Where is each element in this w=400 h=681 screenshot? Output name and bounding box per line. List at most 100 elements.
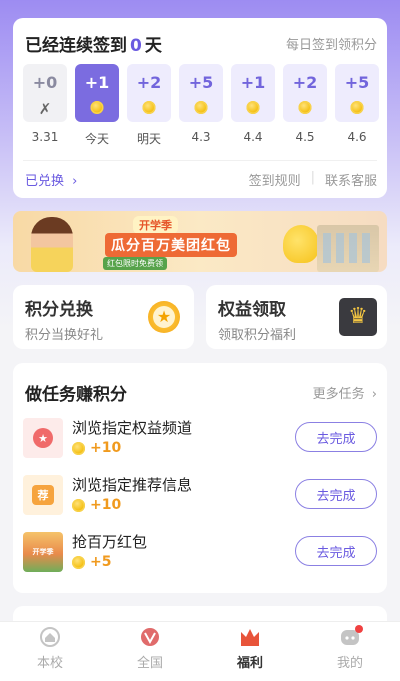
day-box: +2 [283,64,327,122]
medal-icon: ★ [23,418,63,458]
points-exchange-subtitle: 积分当换好礼 [25,328,104,343]
nav-label: 全国 [136,656,163,671]
redeemed-link-label: 已兑换 [25,174,65,189]
day-points: +5 [344,73,370,92]
coin-icon [246,101,260,114]
divider [23,160,377,161]
day-item[interactable]: +1 今天 [75,64,119,147]
task-reward: +10 [72,440,121,456]
banner-title: 瓜分百万美团红包 [105,233,237,257]
points-exchange-title: 积分兑换 [25,300,93,320]
contact-service-link[interactable]: 联系客服 [325,170,377,189]
chevron-right-icon: › [72,174,78,189]
day-box: +0 ✗ [23,64,67,122]
day-item[interactable]: +2 4.5 [283,64,327,147]
day-label: 4.4 [243,130,263,144]
coin-icon [90,101,104,114]
streak-title-suffix: 天 [144,36,162,56]
nav-item-campus[interactable]: 本校 [0,622,100,681]
link-separator: | [310,170,315,185]
day-item[interactable]: +2 明天 [127,64,171,147]
red-packet-badge: 开学季 [32,547,54,556]
nav-item-national[interactable]: 全国 [100,622,200,681]
redeemed-link[interactable]: 已兑换 › [25,170,77,189]
task-reward-value: +10 [90,497,122,513]
day-label: 4.3 [191,130,211,144]
day-points: +1 [84,73,110,92]
day-item[interactable]: +5 4.6 [335,64,379,147]
day-label: 3.31 [31,130,59,144]
day-points: +2 [136,73,162,92]
points-exchange-card[interactable]: 积分兑换 积分当换好礼 ★ [13,285,194,349]
daily-signin-label: 每日签到领积分 [285,38,377,53]
task-name: 浏览指定权益频道 [72,419,193,437]
task-reward-value: +5 [90,554,112,570]
coin-icon [298,101,312,114]
coin-icon [142,101,156,114]
day-item[interactable]: +5 4.3 [179,64,223,147]
day-points: +0 [32,73,58,92]
day-points: +5 [188,73,214,92]
more-tasks-link[interactable]: 更多任务 › [313,383,377,402]
tasks-title: 做任务赚积分 [25,385,127,405]
sign-in-card: 已经连续签到0天 每日签到领积分 +0 ✗ 3.31 +1 今天 +2 明天 [13,18,387,198]
coin-icon [350,101,364,114]
complete-task-button[interactable]: 去完成 [295,422,377,452]
task-item: 荐 浏览指定推荐信息 +10 去完成 [23,474,377,516]
task-name: 浏览指定推荐信息 [72,476,193,494]
day-label: 今天 [84,132,109,146]
task-item: 开学季 抢百万红包 +5 去完成 [23,531,377,573]
welfare-icon [241,629,259,646]
sign-in-days: +0 ✗ 3.31 +1 今天 +2 明天 +5 4.3 +1 4.4 +2 4… [23,64,379,147]
nav-label: 本校 [36,656,63,671]
rights-claim-title: 权益领取 [218,300,286,320]
rights-claim-subtitle: 领取积分福利 [218,328,297,343]
day-points: +2 [292,73,318,92]
nav-item-profile[interactable]: 我的 [300,622,400,681]
day-label: 4.6 [347,130,367,144]
promo-banner[interactable]: 开学季 瓜分百万美团红包 红包限时免费领 [13,211,387,272]
national-icon [141,628,159,646]
day-item[interactable]: +0 ✗ 3.31 [23,64,67,147]
star-icon: ★ [148,301,180,333]
medal-badge: ★ [33,428,53,448]
nav-label: 我的 [336,656,363,671]
help-links: 签到规则 | 联系客服 [249,170,377,189]
day-box: +2 [127,64,171,122]
task-reward: +10 [72,497,121,513]
day-label: 明天 [136,132,161,146]
campus-icon [40,627,60,647]
recommend-badge: 荐 [32,485,54,505]
streak-title-prefix: 已经连续签到 [25,36,127,56]
missed-x-icon: ✗ [38,100,52,118]
task-item: ★ 浏览指定权益频道 +10 去完成 [23,417,377,459]
more-tasks-label: 更多任务 [312,387,365,402]
nav-item-welfare[interactable]: 福利 [200,622,300,681]
streak-count: 0 [130,36,142,56]
streak-title: 已经连续签到 0 天 [25,31,162,56]
notification-dot [355,625,363,633]
task-name: 抢百万红包 [72,533,148,551]
task-reward-value: +10 [90,440,122,456]
red-packet-icon: 开学季 [23,532,63,572]
coin-icon [72,441,85,455]
task-reward: +5 [72,554,111,570]
tasks-card: 做任务赚积分 更多任务 › ★ 浏览指定权益频道 +10 去完成 荐 浏览指定推… [13,363,387,593]
day-box: +1 [75,64,119,122]
complete-task-button[interactable]: 去完成 [295,536,377,566]
banner-subtitle: 红包限时免费领 [103,257,167,270]
banner-tag: 开学季 [133,216,178,234]
day-box: +5 [179,64,223,122]
recommend-icon: 荐 [23,475,63,515]
day-box: +1 [231,64,275,122]
chevron-right-icon: › [371,387,377,402]
rights-claim-card[interactable]: 权益领取 领取积分福利 ♛ [206,285,387,349]
coin-icon [194,101,208,114]
sign-in-rules-link[interactable]: 签到规则 [249,170,301,189]
complete-task-button[interactable]: 去完成 [295,479,377,509]
banner-mascot-illustration [283,225,319,263]
day-item[interactable]: +1 4.4 [231,64,275,147]
nav-label: 福利 [236,656,263,671]
crown-icon: ♛ [339,298,377,336]
coin-icon [72,498,85,512]
